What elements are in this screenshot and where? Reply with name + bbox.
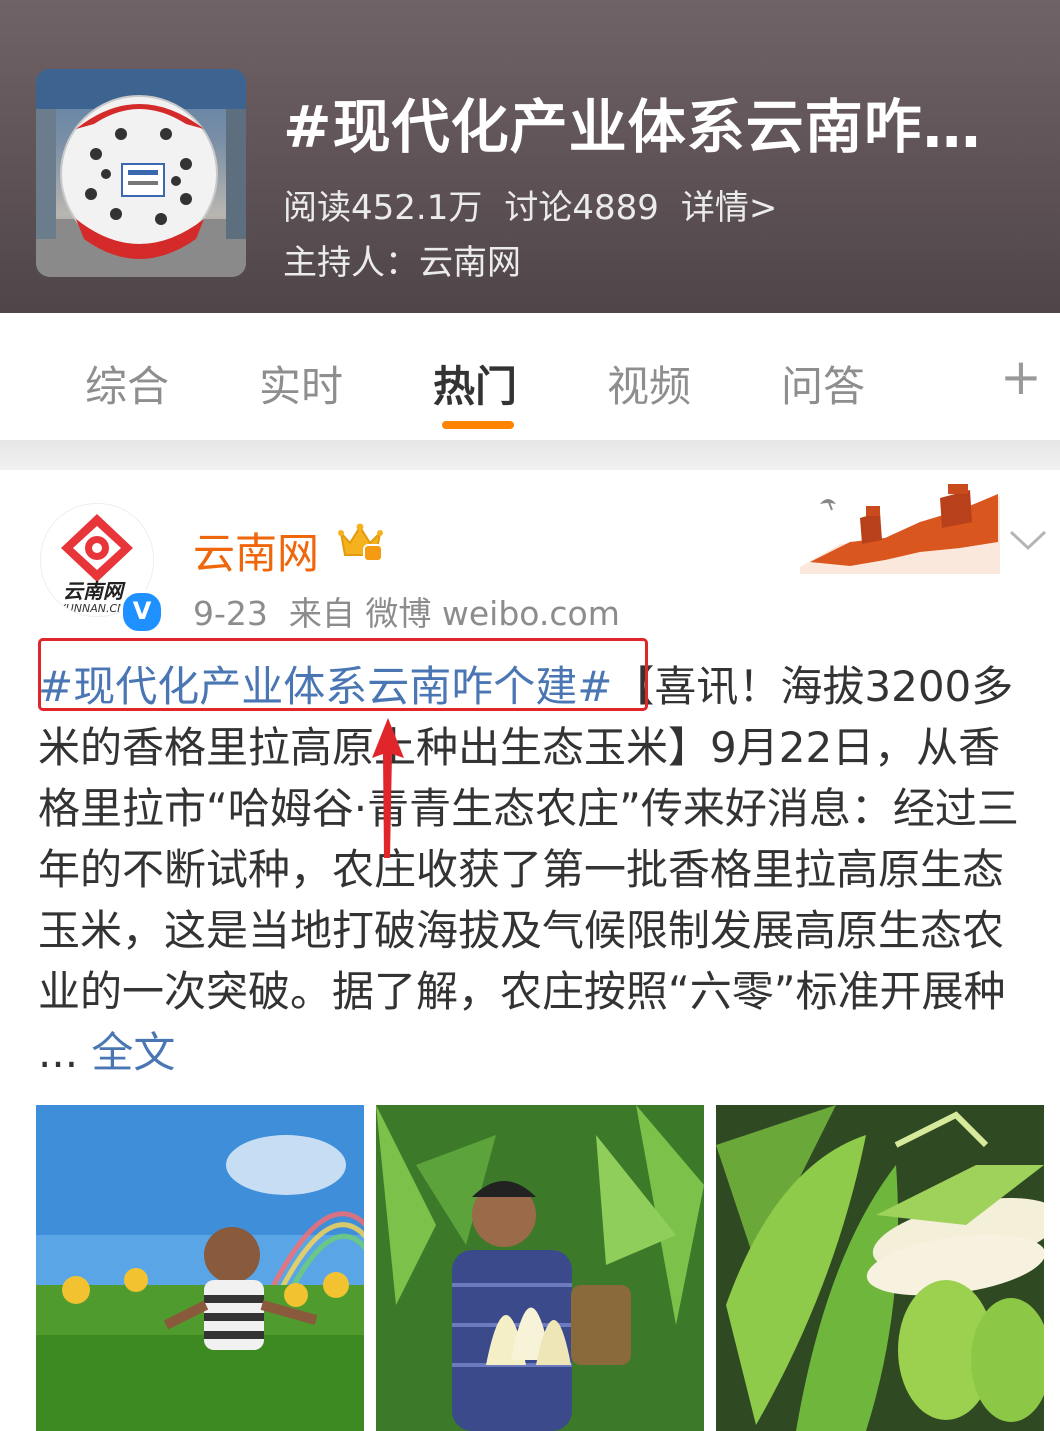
active-tab-indicator bbox=[442, 421, 514, 429]
topic-stats: 阅读452.1万 讨论4889 详情> bbox=[283, 180, 777, 229]
tab-bar: 综合 实时 热门 视频 问答 + bbox=[0, 313, 1060, 440]
tab-realtime[interactable]: 实时 bbox=[259, 353, 343, 414]
read-count: 阅读452.1万 bbox=[283, 188, 483, 228]
tab-comprehensive[interactable]: 综合 bbox=[85, 353, 169, 414]
avatar-logo-subtext: YUNNAN.CN bbox=[59, 602, 125, 615]
post-text: #现代化产业体系云南咋个建#【喜讯！海拔3200多米的香格里拉高原上种出生态玉米… bbox=[38, 656, 1028, 1083]
great-wall-decoration-icon bbox=[800, 484, 1000, 574]
topic-host[interactable]: 主持人：云南网 bbox=[283, 235, 521, 284]
post-content: 【喜讯！海拔3200多米的香格里拉高原上种出生态玉米】9月22日，从香格里拉市“… bbox=[38, 662, 1019, 1077]
add-tab-button[interactable]: + bbox=[1000, 352, 1042, 402]
topic-header: #现代化产业体系云南咋个建# 阅读452.1万 讨论4889 详情> 主持人：云… bbox=[0, 0, 1060, 313]
annotation-highlight-box bbox=[38, 638, 648, 711]
details-link[interactable]: 详情> bbox=[681, 180, 778, 229]
photo-farmer-holding-corn[interactable] bbox=[376, 1105, 704, 1431]
post-source: 来自 微博 weibo.com bbox=[288, 594, 620, 633]
tab-qa[interactable]: 问答 bbox=[781, 353, 865, 414]
verified-badge: V bbox=[120, 590, 164, 634]
photo-corn-closeup[interactable] bbox=[716, 1105, 1044, 1431]
annotation-arrow-icon bbox=[372, 718, 404, 858]
full-text-link[interactable]: 全文 bbox=[91, 1028, 175, 1077]
photo-farmer-rainbow[interactable] bbox=[36, 1105, 364, 1431]
author-name[interactable]: 云南网 bbox=[193, 520, 319, 581]
post-meta: 9-23 来自 微博 weibo.com bbox=[193, 587, 620, 635]
post-date: 9-23 bbox=[193, 594, 268, 633]
avatar-logo-text: 云南网 bbox=[63, 579, 126, 603]
topic-title: #现代化产业体系云南咋个建# bbox=[283, 93, 1033, 161]
tab-hot[interactable]: 热门 bbox=[433, 353, 517, 414]
crown-badge-icon[interactable] bbox=[338, 521, 384, 563]
tab-video[interactable]: 视频 bbox=[607, 353, 691, 414]
section-divider bbox=[0, 440, 1060, 470]
chevron-down-icon[interactable] bbox=[1008, 528, 1048, 554]
discussion-count: 讨论4889 bbox=[504, 188, 659, 228]
topic-cover-image[interactable] bbox=[36, 69, 246, 277]
